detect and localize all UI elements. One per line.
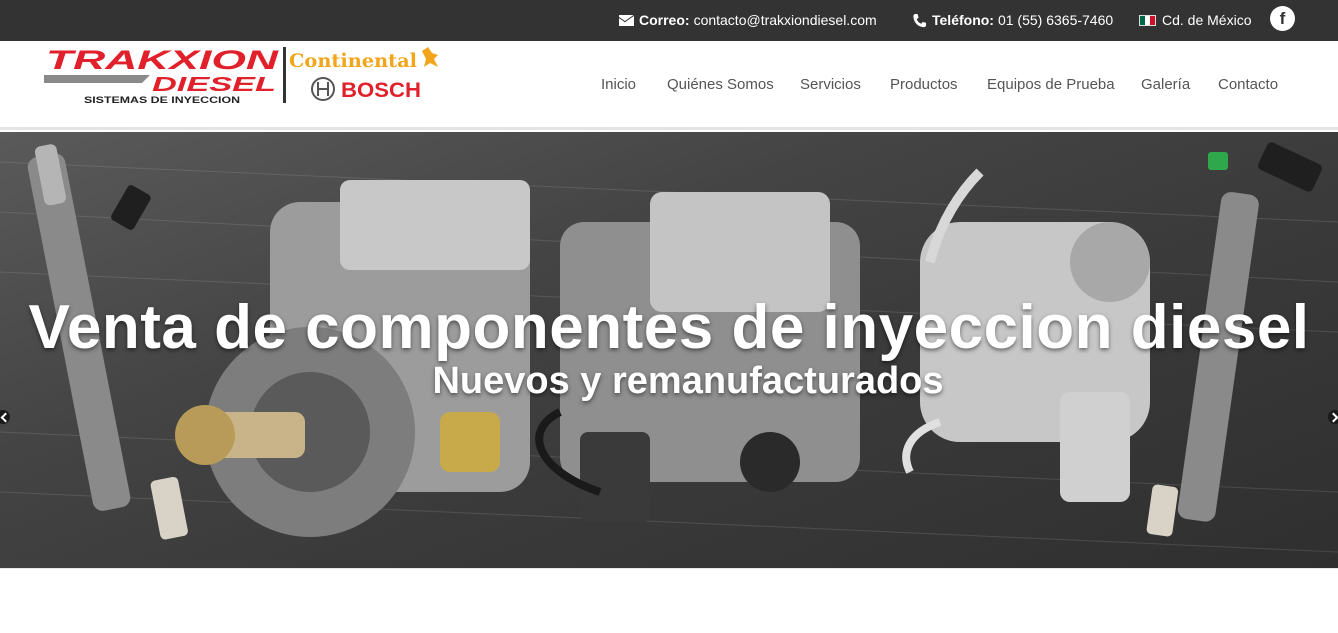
phone-label: Teléfono:	[932, 12, 994, 28]
logo-swoosh	[44, 75, 150, 83]
trakxion-diesel-logo[interactable]: TRAKXION DIESEL SISTEMAS DE INYECCION Co…	[42, 45, 442, 105]
hero-subtitle: Nuevos y remanufacturados	[432, 360, 944, 402]
content-area	[0, 568, 1338, 633]
nav-item-contacto[interactable]: Contacto	[1218, 76, 1278, 93]
phone-contact[interactable]: Teléfono: 01 (55) 6365-7460	[912, 11, 1113, 29]
nav-item-inicio[interactable]: Inicio	[601, 76, 636, 93]
email-value[interactable]: contacto@trakxiondiesel.com	[694, 12, 877, 28]
nav-item-quienes-somos[interactable]: Quiénes Somos	[667, 76, 774, 93]
location: Cd. de México	[1139, 11, 1251, 29]
logo-divider	[283, 47, 286, 103]
nav-item-productos[interactable]: Productos	[890, 76, 958, 93]
logo-brand-top: TRAKXION	[46, 45, 279, 75]
hero-slider: Venta de componentes de inyeccion diesel…	[0, 132, 1338, 568]
phone-icon	[913, 13, 927, 27]
top-contact-bar: Correo: contacto@trakxiondiesel.com Telé…	[0, 0, 1338, 41]
logo-partner-bosch: BOSCH	[341, 79, 421, 102]
site-header: TRAKXION DIESEL SISTEMAS DE INYECCION Co…	[0, 41, 1338, 130]
nav-item-galeria[interactable]: Galería	[1141, 76, 1190, 93]
envelope-icon	[619, 14, 634, 26]
email-label: Correo:	[639, 12, 690, 28]
hero-title: Venta de componentes de inyeccion diesel	[28, 293, 1310, 362]
nav-item-equipos-de-prueba[interactable]: Equipos de Prueba	[987, 76, 1115, 93]
email-contact[interactable]: Correo: contacto@trakxiondiesel.com	[619, 11, 877, 29]
facebook-icon[interactable]: f	[1270, 6, 1295, 31]
nav-item-servicios[interactable]: Servicios	[800, 76, 861, 93]
phone-value[interactable]: 01 (55) 6365-7460	[998, 12, 1113, 28]
logo-tagline: SISTEMAS DE INYECCION	[84, 95, 240, 105]
logo-brand-bottom: DIESEL	[152, 74, 276, 96]
logo-partner-continental: Continental	[289, 50, 417, 72]
mexico-flag-icon	[1139, 14, 1156, 26]
slider-next-arrow-icon[interactable]	[1328, 410, 1338, 424]
location-text: Cd. de México	[1162, 12, 1252, 28]
continental-horse-icon	[422, 47, 438, 67]
